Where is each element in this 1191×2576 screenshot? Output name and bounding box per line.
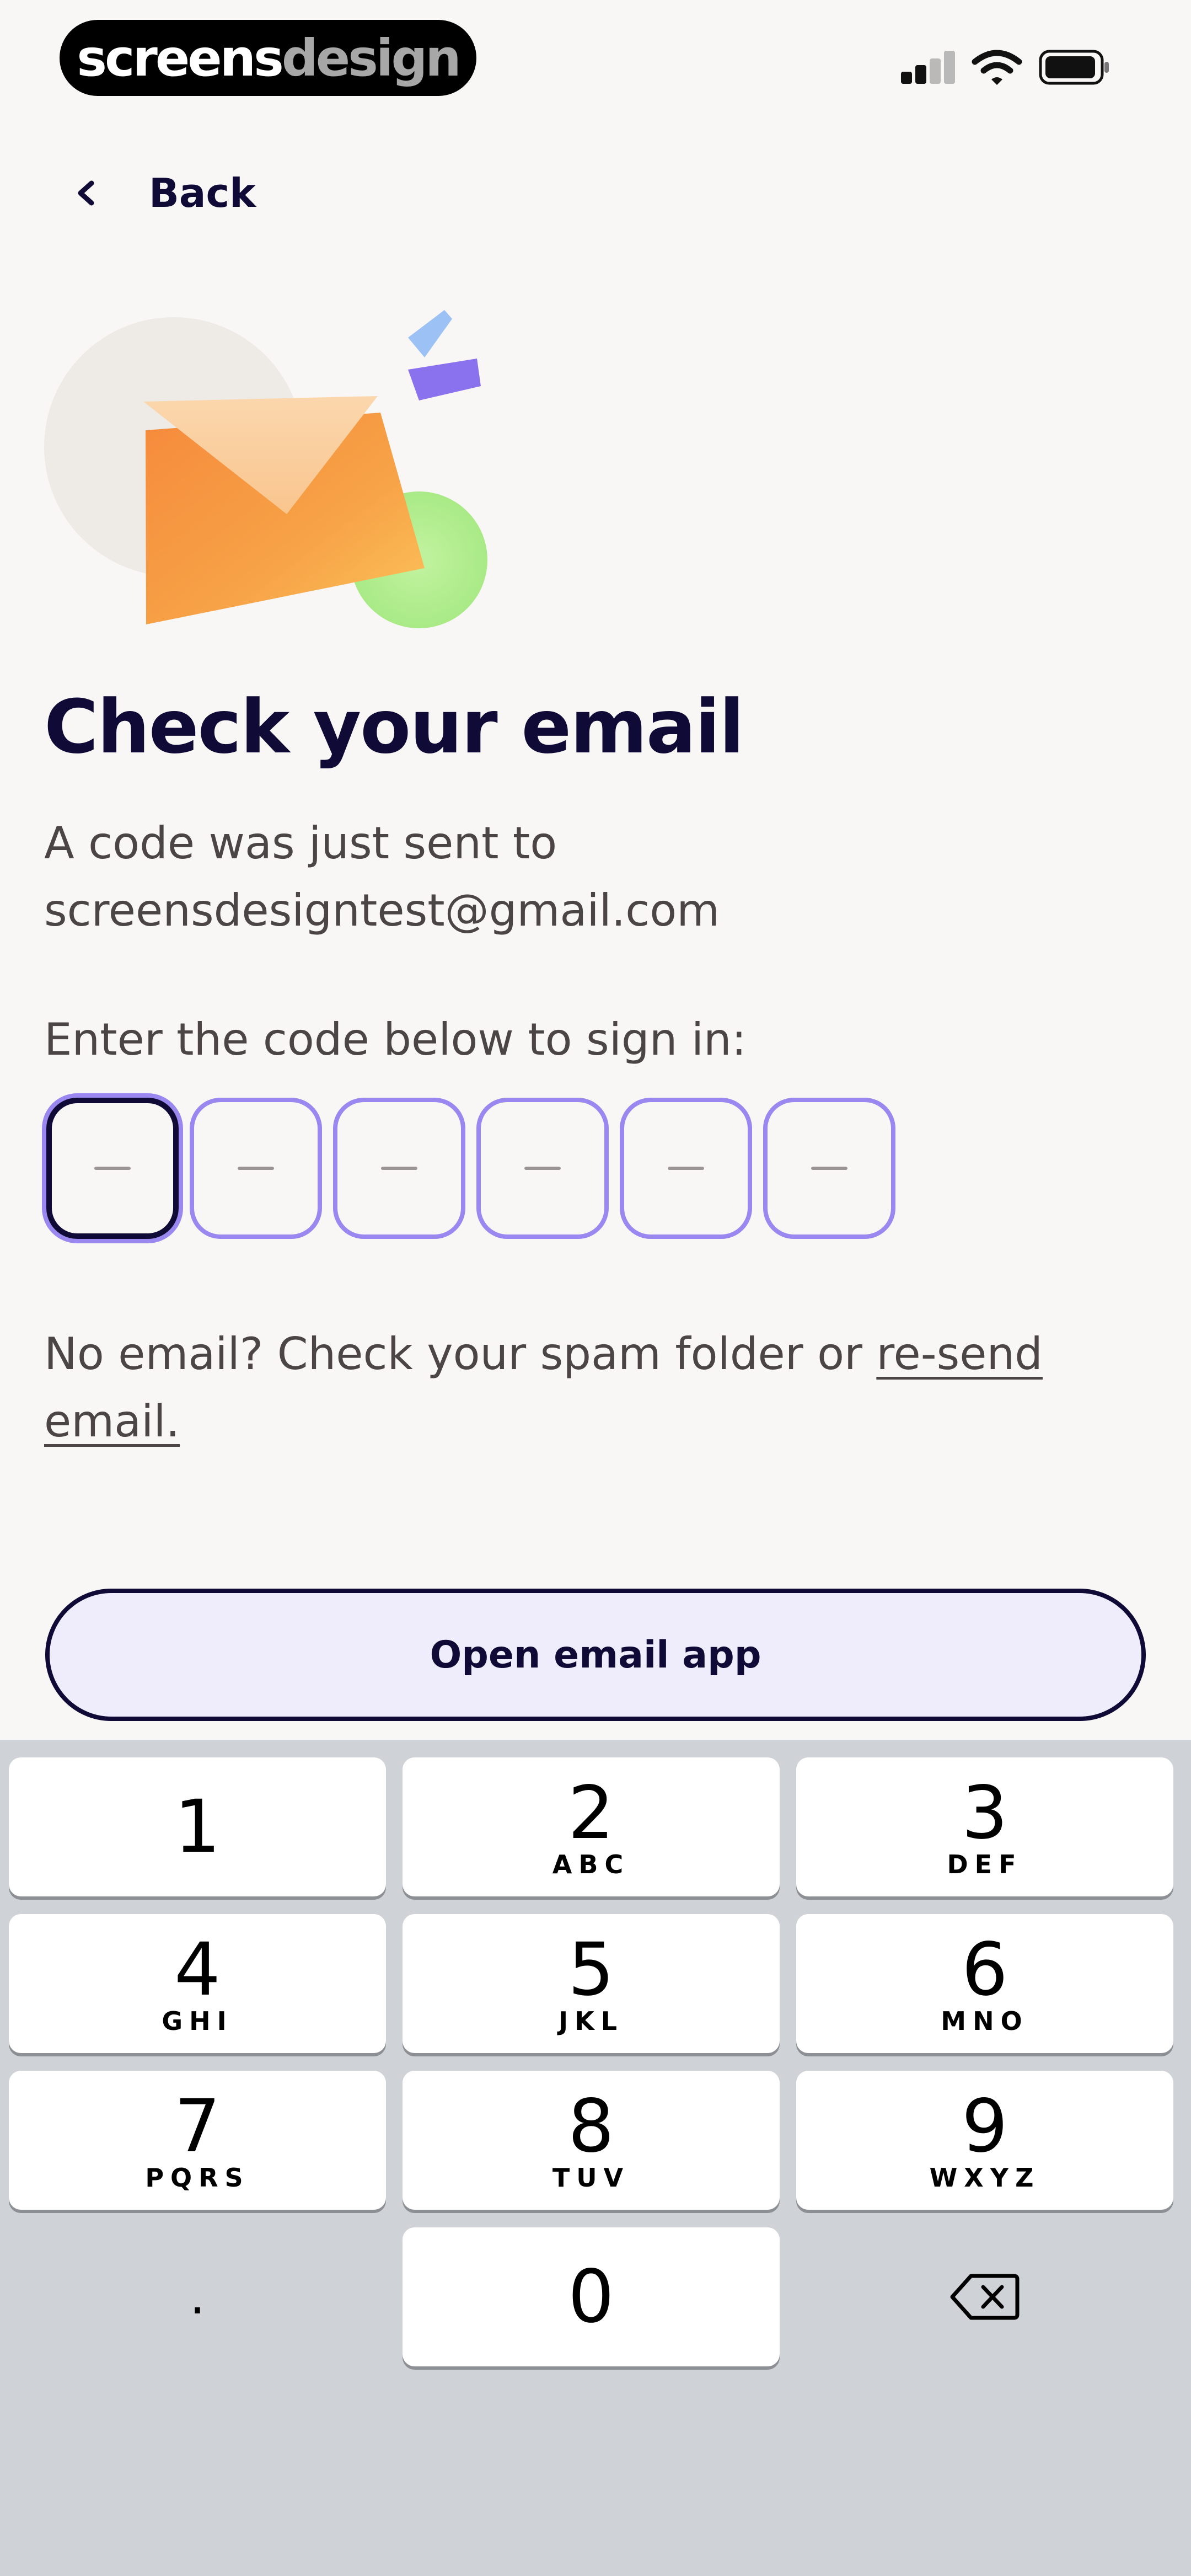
code-placeholder-dash bbox=[238, 1167, 274, 1170]
code-digit-5[interactable] bbox=[620, 1098, 752, 1239]
code-placeholder-dash bbox=[811, 1167, 847, 1170]
code-sent-message: A code was just sent to screensdesigntes… bbox=[44, 810, 1147, 944]
key-digit: . bbox=[189, 2268, 206, 2326]
key-6[interactable]: 6 MNO bbox=[796, 1914, 1173, 2053]
key-0[interactable]: 0 bbox=[403, 2227, 780, 2366]
chevron-left-icon bbox=[78, 180, 94, 206]
brand-logo-part2: design bbox=[281, 28, 462, 88]
key-8[interactable]: 8 TUV bbox=[403, 2071, 780, 2210]
key-digit: 5 bbox=[568, 1927, 614, 2012]
verification-code-input[interactable] bbox=[46, 1098, 895, 1239]
backspace-icon bbox=[950, 2274, 1020, 2320]
spam-help-text: No email? Check your spam folder or re-s… bbox=[44, 1321, 1136, 1455]
key-digit: 6 bbox=[962, 1927, 1008, 2012]
code-digit-3[interactable] bbox=[333, 1098, 465, 1239]
page-title: Check your email bbox=[44, 684, 744, 770]
open-email-app-button[interactable]: Open email app bbox=[45, 1589, 1146, 1721]
key-1[interactable]: 1 bbox=[9, 1757, 386, 1896]
key-letters: JKL bbox=[558, 2006, 624, 2036]
wifi-icon bbox=[972, 50, 1022, 85]
key-digit: 1 bbox=[174, 1784, 221, 1869]
key-3[interactable]: 3 DEF bbox=[796, 1757, 1173, 1896]
open-email-app-label: Open email app bbox=[430, 1633, 761, 1677]
key-digit: 9 bbox=[962, 2084, 1008, 2169]
back-label: Back bbox=[149, 170, 256, 216]
code-digit-6[interactable] bbox=[763, 1098, 895, 1239]
email-envelope-illustration bbox=[44, 310, 487, 628]
code-placeholder-dash bbox=[381, 1167, 417, 1170]
key-letters: PQRS bbox=[145, 2163, 250, 2193]
code-digit-2[interactable] bbox=[190, 1098, 322, 1239]
key-digit: 7 bbox=[174, 2084, 221, 2169]
code-placeholder-dash bbox=[94, 1167, 131, 1170]
key-9[interactable]: 9 WXYZ bbox=[796, 2071, 1173, 2210]
key-letters: GHI bbox=[162, 2006, 233, 2036]
recipient-email: screensdesigntest@gmail.com bbox=[44, 885, 720, 936]
key-5[interactable]: 5 JKL bbox=[403, 1914, 780, 2053]
key-7[interactable]: 7 PQRS bbox=[9, 2071, 386, 2210]
code-digit-1[interactable] bbox=[46, 1098, 179, 1239]
key-4[interactable]: 4 GHI bbox=[9, 1914, 386, 2053]
code-digit-4[interactable] bbox=[476, 1098, 609, 1239]
code-placeholder-dash bbox=[524, 1167, 561, 1170]
key-2[interactable]: 2 ABC bbox=[403, 1757, 780, 1896]
key-digit: 2 bbox=[568, 1771, 614, 1856]
code-instructions: Enter the code below to sign in: bbox=[44, 1014, 747, 1065]
key-letters: MNO bbox=[941, 2006, 1029, 2036]
spam-hint: No email? Check your spam folder or bbox=[44, 1328, 877, 1380]
cellular-signal-icon bbox=[901, 51, 956, 84]
code-placeholder-dash bbox=[668, 1167, 704, 1170]
key-letters: WXYZ bbox=[929, 2163, 1040, 2193]
brand-logo: screens design bbox=[60, 20, 476, 96]
battery-icon bbox=[1039, 50, 1109, 85]
key-letters: DEF bbox=[947, 1850, 1023, 1879]
key-letters: ABC bbox=[552, 1850, 630, 1879]
key-digit: 3 bbox=[962, 1771, 1008, 1856]
key-delete[interactable] bbox=[796, 2227, 1173, 2366]
back-button[interactable]: Back bbox=[66, 165, 256, 221]
brand-logo-part1: screens bbox=[77, 28, 284, 88]
key-letters: TUV bbox=[552, 2163, 630, 2193]
key-digit: 0 bbox=[568, 2254, 614, 2339]
key-decimal[interactable]: . bbox=[9, 2227, 386, 2366]
code-sent-line: A code was just sent to bbox=[44, 817, 557, 869]
key-digit: 4 bbox=[174, 1927, 221, 2012]
key-digit: 8 bbox=[568, 2084, 614, 2169]
numeric-keypad: 1 2 ABC 3 DEF 4 GHI 5 JKL 6 MNO 7 PQRS 8… bbox=[0, 1740, 1191, 2576]
